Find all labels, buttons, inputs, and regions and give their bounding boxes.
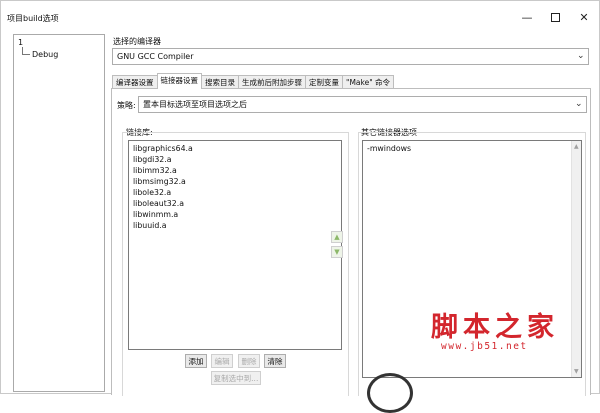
list-item[interactable]: libmsimg32.a	[133, 177, 186, 186]
tree-node-debug[interactable]: Debug	[32, 50, 58, 59]
scroll-down-icon[interactable]: ▼	[574, 368, 579, 375]
tab-custom-variables[interactable]: 定制变量	[305, 75, 343, 89]
tab-compiler-settings[interactable]: 编译器设置	[112, 75, 158, 89]
title-bar: 项目build选项 — ✕	[1, 1, 599, 31]
tab-make-commands[interactable]: "Make" 命令	[342, 75, 395, 89]
close-button[interactable]: ✕	[577, 10, 591, 24]
link-libraries-list[interactable]: libgraphics64.a libgdi32.a libimm32.a li…	[128, 140, 342, 350]
clear-button[interactable]: 清除	[264, 354, 286, 368]
tab-linker-settings[interactable]: 链接器设置	[156, 73, 202, 89]
compiler-select[interactable]: GNU GCC Compiler ⌄	[112, 48, 589, 65]
scroll-up-icon[interactable]: ▲	[574, 143, 579, 150]
list-item[interactable]: libwinmm.a	[133, 210, 178, 219]
list-item[interactable]: libimm32.a	[133, 166, 177, 175]
tab-pre-post-build-steps[interactable]: 生成前后附加步骤	[238, 75, 306, 89]
compiler-select-value: GNU GCC Compiler	[117, 52, 194, 61]
vertical-scrollbar[interactable]: ▲ ▼	[571, 141, 581, 377]
list-item[interactable]: libuuid.a	[133, 221, 167, 230]
target-tree[interactable]: 1 Debug	[13, 34, 105, 392]
watermark-logo-icon	[367, 373, 413, 413]
delete-button[interactable]: 删除	[238, 354, 260, 368]
copy-selected-button[interactable]: 复制选中到...	[211, 371, 261, 385]
list-item[interactable]: libgdi32.a	[133, 155, 172, 164]
policy-select[interactable]: 置本目标选项至项目选项之后 ⌄	[138, 96, 587, 113]
tree-connector	[22, 47, 30, 55]
watermark: 脚本之家 www.jb51.net	[431, 305, 559, 352]
edit-button[interactable]: 编辑	[211, 354, 233, 368]
dialog-window: 项目build选项 — ✕ 1 Debug 选择的编译器 GNU GCC Com…	[0, 0, 600, 413]
list-item[interactable]: libgraphics64.a	[133, 144, 193, 153]
watermark-text: 脚本之家	[431, 312, 559, 343]
move-down-icon[interactable]: ▼	[331, 246, 343, 258]
chevron-down-icon: ⌄	[575, 99, 583, 109]
chevron-down-icon: ⌄	[577, 51, 585, 61]
list-item[interactable]: liboleaut32.a	[133, 199, 184, 208]
maximize-button[interactable]	[548, 10, 562, 24]
tree-root-node[interactable]: 1	[18, 38, 23, 47]
add-button[interactable]: 添加	[185, 354, 207, 368]
list-item[interactable]: libole32.a	[133, 188, 171, 197]
policy-label: 策略:	[117, 101, 136, 110]
policy-select-value: 置本目标选项至项目选项之后	[143, 100, 247, 109]
tab-search-directories[interactable]: 搜索目录	[201, 75, 239, 89]
compiler-label: 选择的编译器	[113, 37, 161, 46]
maximize-icon	[550, 12, 560, 22]
window-title: 项目build选项	[7, 14, 59, 23]
other-options-text: -mwindows	[367, 144, 412, 153]
move-up-icon[interactable]: ▲	[331, 231, 343, 243]
minimize-button[interactable]: —	[520, 10, 534, 24]
watermark-url: www.jb51.net	[441, 341, 528, 352]
settings-tabs: 编译器设置 链接器设置 搜索目录 生成前后附加步骤 定制变量 "Make" 命令	[112, 73, 395, 89]
